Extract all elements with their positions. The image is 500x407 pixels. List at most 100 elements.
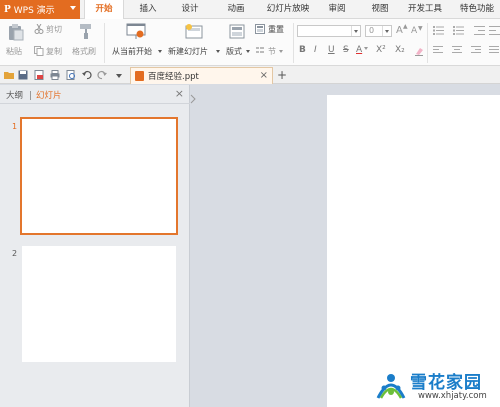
format-painter-button[interactable]: 格式刷	[72, 22, 100, 62]
site-watermark: 雪花家园 www.xhjaty.com	[370, 366, 500, 407]
chevron-down-icon	[246, 50, 250, 53]
document-tab[interactable]: 百度经验.ppt ×	[130, 67, 273, 84]
customize-dropdown-icon[interactable]	[116, 74, 122, 78]
app-menu-button[interactable]: P WPS 演示	[0, 0, 80, 19]
chevron-down-icon	[70, 6, 76, 10]
layout-icon	[229, 24, 245, 39]
cut-label: 剪切	[46, 24, 62, 34]
tab-view[interactable]: 视图	[366, 0, 394, 19]
watermark-url: www.xhjaty.com	[418, 391, 487, 401]
tab-insert[interactable]: 插入	[134, 0, 162, 19]
align-left-icon[interactable]	[433, 46, 443, 55]
tab-review[interactable]: 审阅	[323, 0, 351, 19]
reset-icon	[255, 24, 265, 34]
tab-animation[interactable]: 动画	[222, 0, 250, 19]
open-folder-icon[interactable]	[4, 70, 14, 80]
slide-thumbnail[interactable]	[20, 117, 178, 235]
document-tab-filename: 百度经验.ppt	[148, 72, 199, 82]
redo-icon[interactable]	[97, 70, 107, 80]
copy-label: 复制	[46, 46, 62, 56]
paste-icon	[9, 24, 24, 41]
chevron-down-icon	[364, 47, 368, 50]
subscript-button[interactable]: X₂	[395, 45, 405, 55]
from-current-button[interactable]: 从当前开始	[110, 22, 162, 62]
ribbon-toolbar: 粘贴 剪切 复制 格式刷 从当前开始 新建幻灯片 版式 重置 节 0 A ▲ A…	[0, 19, 500, 66]
new-tab-icon[interactable]: +	[277, 68, 287, 82]
document-tab-bar: 百度经验.ppt × +	[0, 66, 500, 84]
grow-font-button[interactable]: A	[396, 25, 403, 36]
strikethrough-button[interactable]: S	[343, 45, 349, 55]
tab-special[interactable]: 特色功能	[454, 0, 500, 19]
new-slide-button[interactable]: 新建幻灯片	[168, 22, 220, 62]
outdent-icon[interactable]	[489, 26, 500, 35]
bullet-list-icon[interactable]	[433, 26, 444, 35]
clear-format-icon[interactable]	[414, 46, 424, 56]
arrow-down-icon: ▼	[418, 25, 423, 32]
chevron-down-icon	[351, 26, 360, 36]
tab-slideshow[interactable]: 幻灯片放映	[262, 0, 314, 19]
format-painter-icon	[80, 24, 91, 39]
tab-developer[interactable]: 开发工具	[404, 0, 446, 19]
font-family-select[interactable]	[297, 25, 361, 37]
cut-icon	[34, 24, 44, 34]
ppt-file-icon	[135, 71, 144, 81]
align-right-icon[interactable]	[471, 46, 481, 55]
numbered-list-icon[interactable]	[453, 26, 464, 35]
new-slide-label: 新建幻灯片	[168, 47, 208, 56]
app-logo: P	[4, 4, 11, 15]
justify-icon[interactable]	[489, 46, 499, 55]
export-pdf-icon[interactable]	[34, 70, 44, 80]
chevron-down-icon	[158, 50, 162, 53]
font-color-button[interactable]: A	[356, 45, 362, 55]
snowflake-logo-icon	[376, 374, 406, 399]
print-preview-icon[interactable]	[66, 70, 76, 80]
superscript-button[interactable]: X²	[376, 45, 386, 55]
close-icon[interactable]: ×	[260, 70, 268, 81]
underline-button[interactable]: U	[328, 45, 335, 55]
chevron-down-icon	[382, 26, 391, 36]
watermark-title: 雪花家园	[410, 373, 482, 393]
layout-label: 版式	[226, 47, 242, 56]
slide-panel: 大纲 幻灯片 × 1 2	[0, 85, 190, 407]
shrink-font-button[interactable]: A	[411, 26, 417, 36]
indent-icon[interactable]	[474, 26, 485, 35]
font-size-select[interactable]: 0	[365, 25, 392, 37]
save-icon[interactable]	[18, 70, 28, 80]
cut-button[interactable]: 剪切	[34, 23, 68, 35]
from-current-icon	[126, 23, 146, 39]
copy-button[interactable]: 复制	[34, 45, 68, 57]
tab-outline[interactable]: 大纲	[6, 89, 23, 101]
print-icon[interactable]	[50, 70, 60, 80]
panel-toggle-icon[interactable]	[190, 94, 196, 104]
align-center-icon[interactable]	[452, 46, 462, 55]
reset-label: 重置	[268, 24, 284, 34]
tab-divider	[30, 91, 31, 100]
layout-button[interactable]: 版式	[224, 22, 252, 62]
slide-editor-canvas	[191, 85, 500, 407]
slide-panel-tabs: 大纲 幻灯片 ×	[0, 85, 190, 104]
app-name: WPS 演示	[13, 6, 55, 16]
bold-button[interactable]: B	[299, 45, 306, 55]
menu-tab-bar: P WPS 演示 开始 插入 设计 动画 幻灯片放映 审阅 视图 开发工具 特色…	[0, 0, 500, 20]
close-icon[interactable]: ×	[175, 87, 184, 100]
ribbon-divider	[427, 23, 428, 63]
tab-home[interactable]: 开始	[84, 0, 124, 20]
new-slide-icon	[185, 24, 203, 39]
section-icon	[256, 47, 264, 53]
paste-label: 粘贴	[6, 47, 22, 56]
ribbon-divider	[104, 23, 105, 63]
slide-number: 2	[12, 249, 18, 258]
reset-button[interactable]: 重置	[255, 23, 291, 35]
undo-icon[interactable]	[82, 70, 92, 80]
tab-design[interactable]: 设计	[176, 0, 204, 19]
font-size-value: 0	[369, 26, 375, 35]
paste-button[interactable]: 粘贴	[4, 22, 28, 62]
tab-slides[interactable]: 幻灯片	[36, 89, 62, 101]
italic-button[interactable]: I	[314, 45, 317, 55]
format-painter-label: 格式刷	[72, 47, 96, 56]
slide-thumbnail[interactable]	[22, 246, 176, 362]
current-slide[interactable]	[327, 95, 500, 407]
arrow-up-icon: ▲	[403, 23, 408, 30]
section-button[interactable]: 节	[255, 45, 291, 57]
copy-icon	[34, 46, 44, 56]
